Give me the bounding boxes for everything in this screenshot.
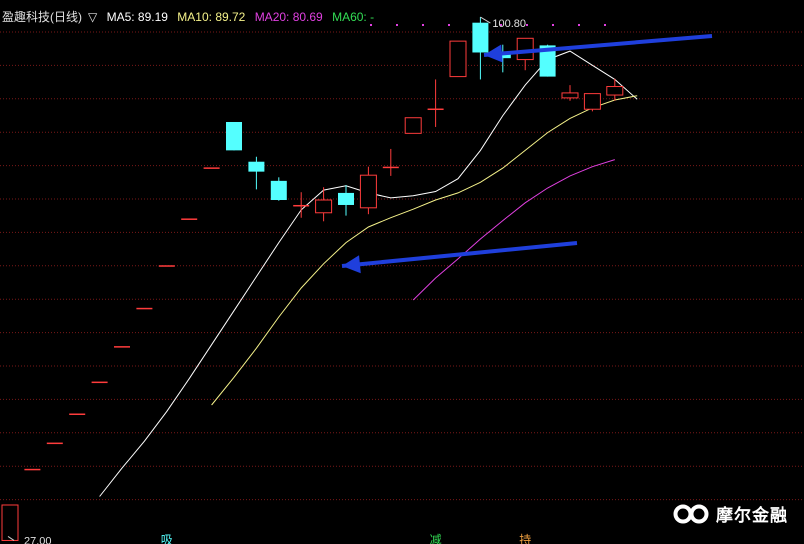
candle-body: [136, 307, 153, 310]
arrow-bottom: [341, 241, 578, 268]
high-price-label: 100.80: [492, 18, 526, 30]
candle-body: [382, 166, 399, 169]
candle-body: [203, 167, 220, 169]
candle-body: [69, 413, 86, 415]
candle-body: [270, 180, 287, 201]
candle-body: [404, 117, 422, 134]
top-marker: [604, 24, 606, 26]
candle-body: [46, 442, 63, 445]
candle-body: [583, 93, 601, 110]
chart-header: 盈趣科技(日线) ▽ MA5: 89.19 MA10: 89.72 MA20: 8…: [2, 8, 380, 25]
ma10-label: MA10: 89.72: [177, 10, 246, 24]
top-marker: [552, 24, 554, 26]
candlestick-chart: 100.80 27.00 吸 减 持: [0, 16, 804, 544]
candle-body: [359, 174, 377, 209]
ma60-label: MA60: -: [332, 10, 375, 24]
top-marker: [396, 24, 398, 26]
ma20-label: MA20: 80.69: [254, 10, 323, 24]
candle-body: [1, 504, 19, 541]
candle-body: [472, 22, 489, 53]
candle-body: [561, 92, 579, 99]
ma5-label: MA5: 89.19: [106, 10, 168, 24]
signal-mark: 持: [519, 532, 531, 544]
ma20-line: [412, 159, 615, 301]
signal-mark: 减: [430, 533, 442, 544]
candle-body: [449, 40, 467, 78]
candle-body: [24, 468, 41, 471]
candle-body: [248, 161, 265, 172]
candle-body: [226, 121, 242, 151]
watermark: 摩尔金融: [672, 501, 788, 526]
candle-body: [91, 381, 108, 384]
top-marker: [526, 24, 528, 26]
candle-body: [427, 108, 444, 111]
low-price-label: 27.00: [24, 535, 52, 544]
candle-body: [181, 218, 198, 220]
stock-title: 盈趣科技(日线): [2, 10, 82, 24]
indicator-toggle-icon[interactable]: ▽: [88, 10, 97, 24]
top-marker: [448, 24, 450, 26]
top-marker: [422, 24, 424, 26]
watermark-text: 摩尔金融: [716, 506, 788, 525]
signal-mark: 吸: [161, 533, 173, 544]
arrow-bottom-head: [342, 255, 361, 274]
top-marker: [578, 24, 580, 26]
ma5-line: [99, 50, 638, 497]
candle-body: [338, 192, 354, 205]
candle-body: [114, 346, 130, 348]
candle-body: [158, 265, 175, 267]
candle-body: [293, 204, 310, 207]
candle-body: [516, 37, 534, 61]
high-pointer: [480, 16, 491, 24]
candle-body: [315, 199, 333, 214]
infinity-logo-icon: [673, 504, 709, 523]
ma10-line: [211, 95, 638, 406]
candle-body: [606, 86, 624, 96]
